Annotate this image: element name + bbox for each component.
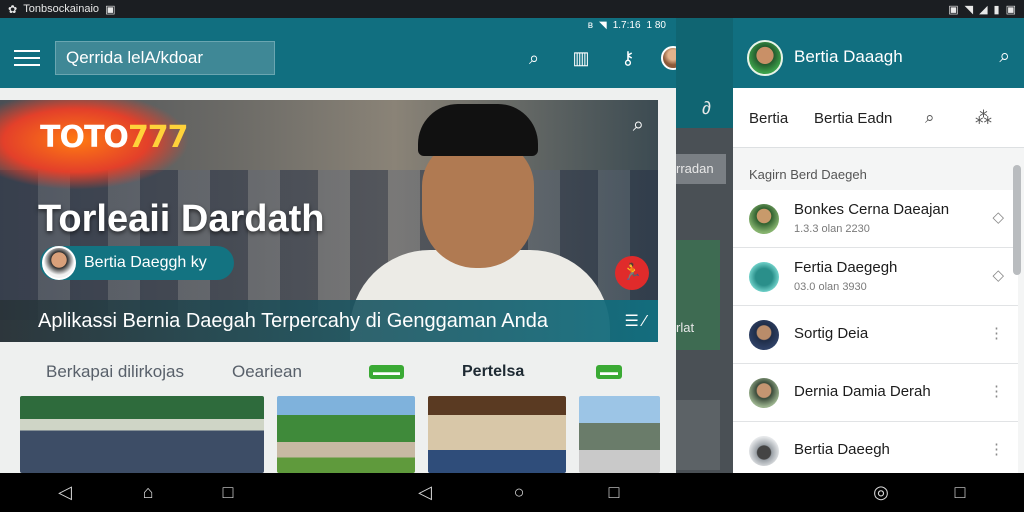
wifi-icon: ◥ <box>964 3 974 16</box>
sliver-toolbar: ∂ <box>676 18 733 128</box>
list-item[interactable]: Fertia Daegegh 03.0 olan 3930 ◇ <box>733 248 1018 306</box>
inner-time: 1.7:16 <box>612 20 641 31</box>
search-text: Qerrida lelA/kdoar <box>66 48 204 67</box>
item-name: Sortig Deia <box>794 325 869 342</box>
app-icon: ✿ <box>8 3 18 16</box>
background-app-sliver[interactable]: ∂ rradan rlat <box>676 18 733 473</box>
key-icon[interactable]: ⚷ <box>616 48 640 68</box>
thumbnail-street[interactable] <box>579 396 660 473</box>
item-avatar <box>749 204 779 234</box>
sliver-image-2 <box>676 400 720 470</box>
list-section-header: Kagirn Berd Daegeh <box>749 167 867 182</box>
thumbnail-gathering[interactable] <box>20 396 264 473</box>
search-icon[interactable]: ⌕ <box>522 48 546 68</box>
item-avatar <box>749 378 779 408</box>
author-pill[interactable]: Bertia Daeggh ky <box>40 246 234 280</box>
item-name: Bertia Daeegh <box>794 441 890 458</box>
diamond-icon[interactable]: ◇ <box>992 208 1004 226</box>
book-icon[interactable]: ▥ <box>569 48 593 68</box>
notification-icon: ▣ <box>105 3 116 16</box>
navigation-bar: ◁ ⌂ □ ◁ ○ □ ◎ □ <box>0 473 1024 512</box>
list-item[interactable]: Bonkes Cerna Daeajan 1.3.3 olan 2230 ◇ <box>733 190 1018 248</box>
left-app-window: ʙ ◥ 1.7:16 1 80 Qerrida lelA/kdoar ⌕ ▥ ⚷… <box>0 18 676 473</box>
run-icon[interactable]: 🏃 <box>615 256 649 290</box>
list-item[interactable]: Bertia Daeegh ⋮ <box>733 422 1018 473</box>
green-badge[interactable]: ▬▬▬ <box>369 365 404 379</box>
sliver-text-2: rlat <box>676 320 695 335</box>
tab-bertia-eadn[interactable]: Bertia Eadn <box>814 110 892 127</box>
item-name: Dernia Damia Derah <box>794 383 931 400</box>
back-icon[interactable]: ◁ <box>54 483 76 501</box>
sliver-icon: ∂ <box>702 98 711 118</box>
search-input[interactable]: Qerrida lelA/kdoar <box>55 41 275 75</box>
item-avatar <box>749 320 779 350</box>
sliver-text-1: rradan <box>676 161 714 176</box>
item-name: Bonkes Cerna Daeajan <box>794 201 950 218</box>
diamond-icon[interactable]: ◇ <box>992 266 1004 284</box>
more-vertical-icon[interactable]: ⋮ <box>989 324 1004 342</box>
home-icon[interactable]: ○ <box>508 483 530 501</box>
right-app-toolbar: Bertia Daaagh ⌕ <box>733 18 1024 88</box>
item-avatar <box>749 436 779 466</box>
right-tabs: Bertia Bertia Eadn ⌕ ⁂ <box>733 88 1024 148</box>
inner-wifi-icon: ◥ <box>599 20 607 31</box>
tagline-text: Aplikassi Bernia Daegah Terpercahy di Ge… <box>38 309 548 332</box>
author-pill-label: Bertia Daeggh ky <box>84 254 207 271</box>
item-name: Fertia Daegegh <box>794 259 898 276</box>
thumbnail-office[interactable] <box>428 396 566 473</box>
brand-logo: TOTO777 <box>40 120 189 155</box>
right-app-window: Bertia Daaagh ⌕ Bertia Bertia Eadn ⌕ ⁂ K… <box>733 18 1024 473</box>
storage-icon: ▣ <box>1005 3 1016 16</box>
right-header-title: Bertia Daaagh <box>794 47 903 66</box>
section-label-left-2: Oeariean <box>232 362 302 381</box>
back-icon[interactable]: ◁ <box>414 483 436 501</box>
recents-icon[interactable]: □ <box>603 483 625 501</box>
tab-bertia[interactable]: Bertia <box>749 110 788 127</box>
profile-avatar[interactable] <box>661 46 676 70</box>
hero-search-icon[interactable]: ⌕ <box>633 114 644 137</box>
system-status-icons: ▣ ◥ ◢ ▮ ▣ <box>948 3 1016 16</box>
inner-status-extra: 1 80 <box>646 20 666 31</box>
signal-icon: ◢ <box>979 3 988 16</box>
hero-banner[interactable]: TOTO777 ⌕ Torleaii Dardath Bertia Daeggh… <box>0 100 658 342</box>
section-label-left: Berkapai dilirkojas <box>46 362 184 381</box>
menu-icon[interactable] <box>14 50 40 71</box>
green-badge-2[interactable]: ▬▬ <box>596 365 622 379</box>
item-avatar <box>749 262 779 292</box>
assistant-icon[interactable]: ◎ <box>870 483 892 501</box>
system-app-label: Tonbsockainaio <box>23 3 100 15</box>
bluetooth-icon: ʙ <box>587 20 594 31</box>
section-header-row: Berkapai dilirkojas Oeariean ▬▬▬ Pertels… <box>0 358 676 388</box>
logo-text: TOTO <box>40 120 129 155</box>
list-item[interactable]: Sortig Deia ⋮ <box>733 306 1018 364</box>
screen: ✿ Tonbsockainaio ▣ ▣ ◥ ◢ ▮ ▣ ʙ ◥ 1.7:16 … <box>0 0 1024 512</box>
hero-title: Torleaii Dardath <box>38 198 325 240</box>
hero-tagline: Aplikassi Bernia Daegah Terpercahy di Ge… <box>0 300 658 342</box>
logo-number: 777 <box>127 120 189 155</box>
home-icon[interactable]: ⌂ <box>137 483 159 501</box>
author-avatar <box>42 246 76 280</box>
right-search-icon[interactable]: ⌕ <box>999 46 1010 68</box>
news-thumbnails <box>20 396 660 473</box>
tab-search-icon[interactable]: ⌕ <box>925 108 935 128</box>
left-app-toolbar: ʙ ◥ 1.7:16 1 80 Qerrida lelA/kdoar ⌕ ▥ ⚷… <box>0 18 676 88</box>
section-label-center: Pertelsa <box>462 363 525 380</box>
more-vertical-icon[interactable]: ⋮ <box>989 440 1004 458</box>
item-meta: 1.3.3 olan 2230 <box>794 223 870 235</box>
alarm-icon: ▣ <box>948 3 959 16</box>
scrollbar[interactable] <box>1013 165 1021 275</box>
list-icon[interactable]: ☰ ⁄ <box>625 311 646 331</box>
system-status-bar: ✿ Tonbsockainaio ▣ ▣ ◥ ◢ ▮ ▣ <box>0 0 1024 18</box>
recents-icon[interactable]: □ <box>949 483 971 501</box>
item-meta: 03.0 olan 3930 <box>794 281 867 293</box>
inner-status-bar: ʙ ◥ 1.7:16 1 80 <box>588 20 666 31</box>
recents-icon[interactable]: □ <box>217 483 239 501</box>
battery-icon: ▮ <box>993 3 1000 16</box>
thumbnail-house[interactable] <box>277 396 415 473</box>
more-vertical-icon[interactable]: ⋮ <box>989 382 1004 400</box>
header-avatar[interactable] <box>747 40 783 76</box>
list-item[interactable]: Dernia Damia Derah ⋮ <box>733 364 1018 422</box>
share-icon[interactable]: ⁂ <box>975 108 992 128</box>
